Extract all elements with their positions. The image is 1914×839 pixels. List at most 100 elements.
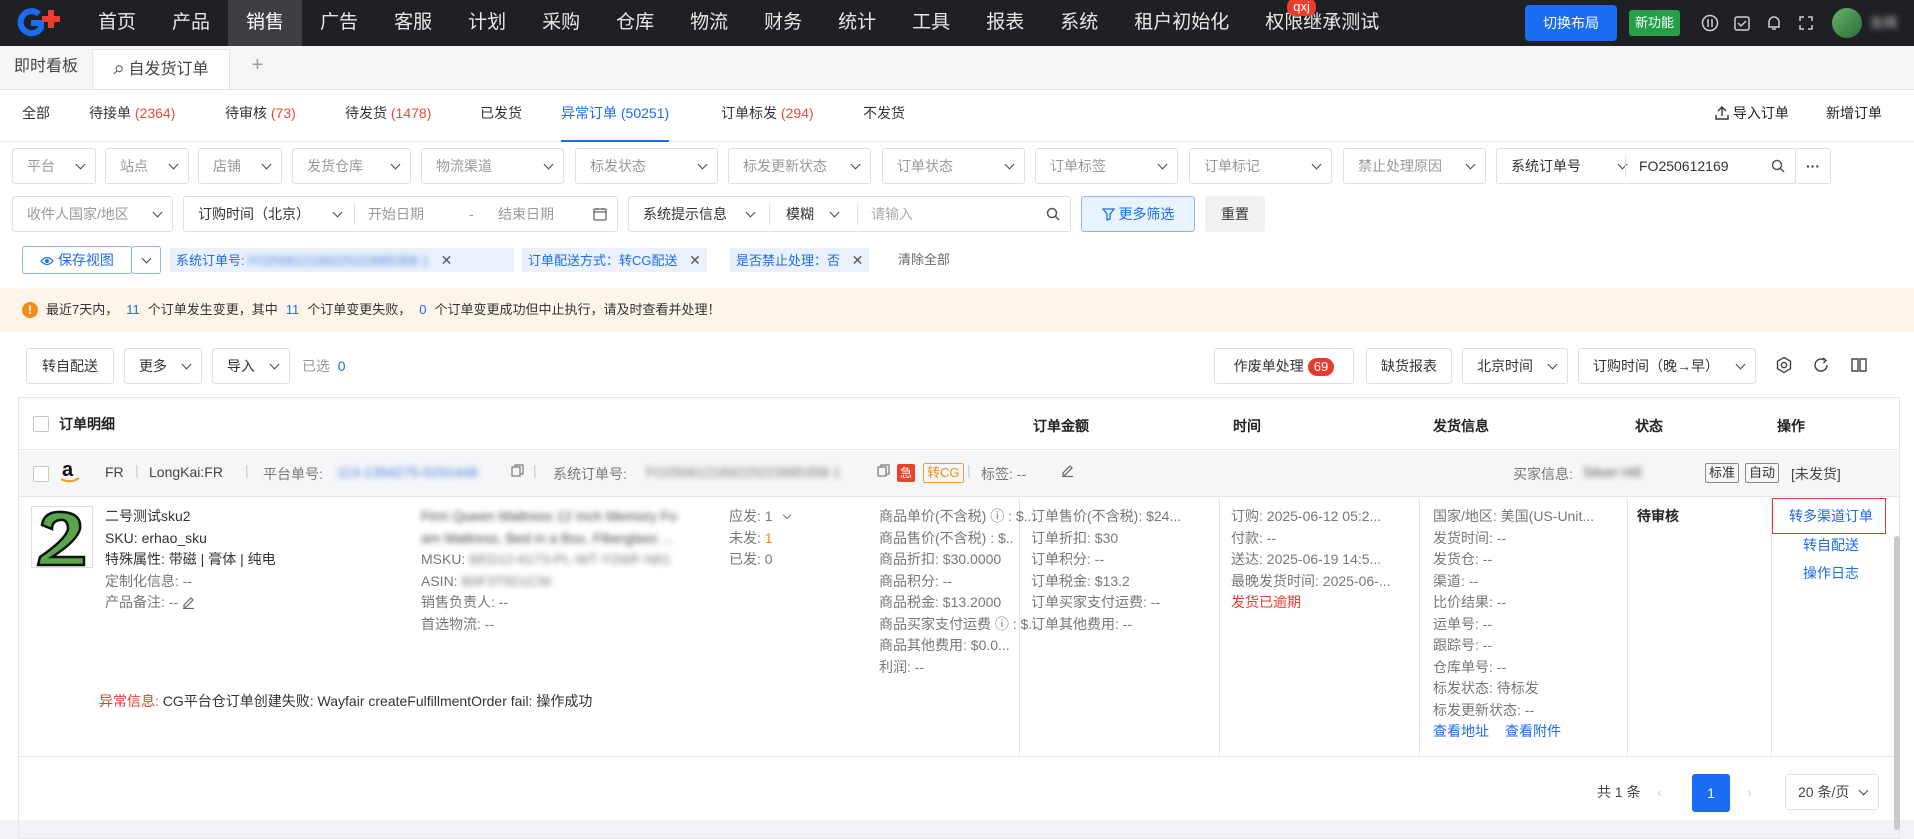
tab-self-ship-orders[interactable]: ⚲ 自发货订单	[92, 49, 230, 89]
sys-no[interactable]: FO250612169225223985358 1	[646, 464, 841, 480]
save-view-button[interactable]: 保存视图	[22, 246, 132, 274]
table-scrollbar[interactable]	[1894, 536, 1900, 830]
void-orders-button[interactable]: 作废单处理 69	[1214, 348, 1354, 384]
nav-product[interactable]: 产品	[154, 0, 228, 46]
filter-channel[interactable]: 物流渠道	[421, 148, 564, 184]
hint-input[interactable]: 请输入	[871, 197, 913, 231]
buyer-name[interactable]: Silver Hill	[1583, 464, 1641, 480]
search-input[interactable]: FO250612169	[1639, 149, 1729, 183]
new-order-button[interactable]: 新增订单	[1826, 90, 1882, 136]
avatar[interactable]	[1832, 8, 1862, 38]
edit-icon[interactable]	[182, 596, 195, 610]
close-icon[interactable]: ✕	[441, 252, 453, 268]
more-filters-button[interactable]: 更多筛选	[1081, 196, 1195, 232]
reset-button[interactable]: 重置	[1205, 196, 1265, 232]
filter-order-status[interactable]: 订单状态	[882, 148, 1025, 184]
warning-count[interactable]: 11	[126, 302, 140, 317]
app-logo[interactable]	[0, 0, 80, 46]
copy-icon[interactable]	[877, 464, 890, 480]
nav-sales[interactable]: 销售	[228, 0, 303, 46]
calendar-icon[interactable]	[593, 197, 607, 231]
filter-mark-update-status[interactable]: 标发更新状态	[728, 148, 871, 184]
search-icon[interactable]	[1771, 149, 1785, 183]
calendar-check-icon[interactable]	[1726, 0, 1758, 46]
to-self-delivery-button[interactable]: 转自配送	[26, 348, 114, 384]
listing-title[interactable]: Firm Queen Mattress 12 Inch Memory Fo	[421, 506, 677, 528]
filter-order-tag[interactable]: 订单标签	[1035, 148, 1178, 184]
to-multichannel-button[interactable]: 转多渠道订单	[1789, 506, 1873, 528]
chip-delivery-method[interactable]: 订单配送方式：转CG配送 ✕	[522, 248, 707, 272]
status-tab-pending-accept[interactable]: 待接单 (2364)	[89, 90, 175, 142]
sort-select[interactable]: 订购时间（晚→早）	[1578, 348, 1756, 384]
nav-purchase[interactable]: 采购	[524, 0, 598, 46]
status-tab-all[interactable]: 全部	[22, 90, 50, 142]
match-mode-select[interactable]: 模糊	[786, 197, 814, 231]
search-field-select[interactable]: 系统订单号	[1511, 158, 1581, 174]
chip-forbid[interactable]: 是否禁止处理：否 ✕	[730, 248, 870, 272]
refresh-icon[interactable]	[1812, 356, 1830, 377]
platform-no[interactable]: 113-1394275-5291448	[337, 464, 478, 480]
nav-tools[interactable]: 工具	[894, 0, 968, 46]
next-page-icon[interactable]: ›	[1747, 772, 1752, 812]
import-button[interactable]: 导入	[212, 348, 290, 384]
nav-home[interactable]: 首页	[80, 0, 154, 46]
filter-forbid-reason[interactable]: 禁止处理原因	[1343, 148, 1486, 184]
shortage-report-button[interactable]: 缺货报表	[1366, 348, 1452, 384]
status-tab-order-mark[interactable]: 订单标发 (294)	[721, 90, 814, 142]
warning-count[interactable]: 0	[419, 302, 426, 317]
close-icon[interactable]: ✕	[689, 252, 701, 268]
chevron-down-icon[interactable]	[783, 510, 792, 520]
close-icon[interactable]: ✕	[852, 252, 864, 268]
nav-system[interactable]: 系统	[1042, 0, 1116, 46]
search-icon[interactable]	[1046, 197, 1060, 231]
warning-count[interactable]: 11	[286, 302, 300, 317]
view-address-link[interactable]: 查看地址	[1433, 721, 1489, 743]
status-tab-pending-ship[interactable]: 待发货 (1478)	[345, 90, 431, 142]
page-size-select[interactable]: 20 条/页	[1785, 774, 1879, 810]
save-view-dropdown[interactable]	[131, 246, 161, 274]
hint-field-select[interactable]: 系统提示信息	[643, 206, 727, 222]
filter-site[interactable]: 站点	[105, 148, 189, 184]
clear-all-button[interactable]: 清除全部	[898, 248, 950, 272]
filter-country[interactable]: 收件人国家/地区	[12, 196, 173, 232]
chip-sys-order-no[interactable]: 系统订单号: FO250612169225223985358 1 ✕	[170, 248, 514, 272]
order-checkbox[interactable]	[33, 466, 49, 482]
nav-finance[interactable]: 财务	[746, 0, 820, 46]
settings-icon[interactable]	[1775, 356, 1793, 377]
nav-reports[interactable]: 报表	[968, 0, 1042, 46]
nav-stats[interactable]: 统计	[820, 0, 894, 46]
username[interactable]: 张辉	[1870, 13, 1914, 33]
listing-title-2[interactable]: am Mattress, Bed in a Box, Fiberglass ..…	[421, 528, 673, 550]
edit-icon[interactable]	[1061, 464, 1074, 480]
nav-logistics[interactable]: 物流	[672, 0, 746, 46]
status-tab-pending-review[interactable]: 待审核 (73)	[225, 90, 296, 142]
switch-layout-button[interactable]: 切换布局	[1524, 5, 1617, 41]
add-tab-button[interactable]: +	[230, 45, 286, 89]
fullscreen-icon[interactable]	[1790, 0, 1822, 46]
status-tab-exception[interactable]: 异常订单 (50251)	[561, 90, 670, 142]
filter-shop[interactable]: 店铺	[198, 148, 282, 184]
page-1-button[interactable]: 1	[1692, 774, 1730, 812]
layout-icon[interactable]	[1850, 356, 1868, 377]
nav-plan[interactable]: 计划	[450, 0, 524, 46]
nav-permission-test[interactable]: 权限继承测试 qxj	[1247, 0, 1397, 46]
time-type-select[interactable]: 订购时间（北京）	[198, 206, 310, 222]
bell-icon[interactable]	[1758, 0, 1790, 46]
timezone-select[interactable]: 北京时间	[1462, 348, 1568, 384]
to-self-delivery-link[interactable]: 转自配送	[1803, 535, 1859, 557]
start-date-input[interactable]: 开始日期	[368, 197, 424, 231]
filter-mark-status[interactable]: 标发状态	[575, 148, 718, 184]
status-tab-no-ship[interactable]: 不发货	[863, 90, 905, 142]
tab-dashboard[interactable]: 即时看板	[0, 45, 92, 89]
status-tab-shipped[interactable]: 已发货	[480, 90, 522, 142]
nav-warehouse[interactable]: 仓库	[598, 0, 672, 46]
end-date-input[interactable]: 结束日期	[498, 197, 554, 231]
nav-service[interactable]: 客服	[376, 0, 450, 46]
more-options-icon[interactable]: ···	[1795, 148, 1831, 184]
filter-platform[interactable]: 平台	[12, 148, 96, 184]
filter-order-flag[interactable]: 订单标记	[1189, 148, 1332, 184]
nav-ads[interactable]: 广告	[302, 0, 376, 46]
product-image[interactable]	[31, 506, 93, 568]
view-attachment-link[interactable]: 查看附件	[1505, 721, 1561, 743]
nav-tenant-init[interactable]: 租户初始化	[1116, 0, 1247, 46]
